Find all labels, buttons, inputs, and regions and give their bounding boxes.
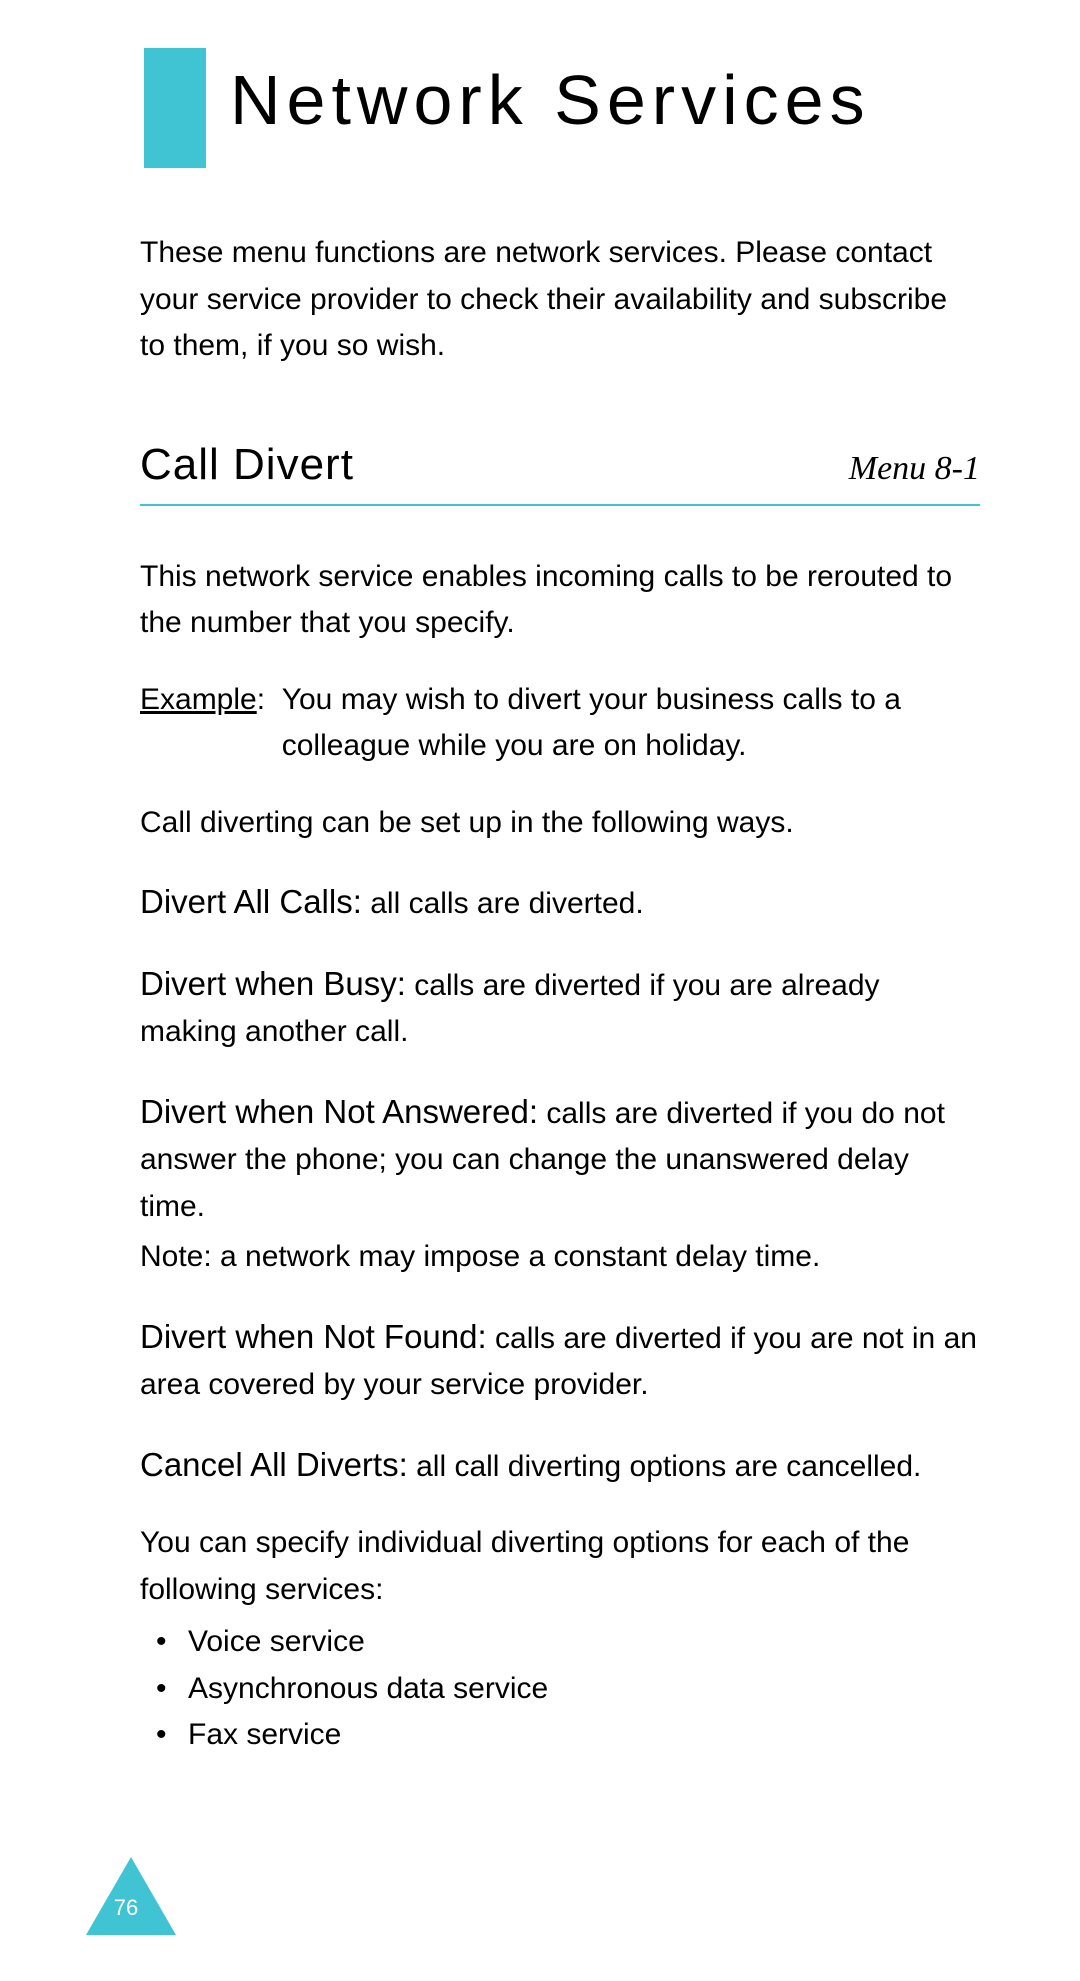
list-item: Asynchronous data service <box>156 1666 980 1713</box>
option-divert-not-answered: Divert when Not Answered: calls are dive… <box>140 1086 980 1281</box>
example-block: Example: You may wish to divert your bus… <box>140 677 980 770</box>
manual-page: Network Services These menu functions ar… <box>0 0 1080 1981</box>
option-divert-all: Divert All Calls: all calls are diverted… <box>140 876 980 928</box>
services-list: Voice service Asynchronous data service … <box>156 1619 980 1759</box>
section-title: Call Divert <box>140 440 354 490</box>
option-note: Note: a network may impose a constant de… <box>140 1234 980 1281</box>
option-title: Divert when Busy: <box>140 965 406 1002</box>
option-title: Cancel All Diverts: <box>140 1446 408 1483</box>
option-title: Divert when Not Answered: <box>140 1093 538 1130</box>
option-divert-not-found: Divert when Not Found: calls are diverte… <box>140 1311 980 1409</box>
option-divert-busy: Divert when Busy: calls are diverted if … <box>140 958 980 1056</box>
section-description: This network service enables incoming ca… <box>140 554 980 647</box>
example-text: You may wish to divert your business cal… <box>282 677 980 770</box>
page-title: Network Services <box>230 60 980 140</box>
page-number: 76 <box>86 1895 166 1921</box>
example-label: Example <box>140 677 257 724</box>
setup-intro: Call diverting can be set up in the foll… <box>140 800 980 847</box>
option-title: Divert when Not Found: <box>140 1318 487 1355</box>
page-footer: 76 <box>86 1857 166 1929</box>
option-cancel-all: Cancel All Diverts: all call diverting o… <box>140 1439 980 1491</box>
option-desc: all call diverting options are cancelled… <box>408 1450 922 1483</box>
section-header: Call Divert Menu 8-1 <box>140 440 980 506</box>
intro-paragraph: These menu functions are network service… <box>140 230 980 370</box>
example-colon: : <box>257 677 282 724</box>
services-intro: You can specify individual diverting opt… <box>140 1520 980 1613</box>
option-desc: all calls are diverted. <box>362 887 644 920</box>
accent-bar <box>144 48 206 168</box>
menu-reference: Menu 8-1 <box>849 450 980 488</box>
option-title: Divert All Calls: <box>140 883 362 920</box>
list-item: Voice service <box>156 1619 980 1666</box>
list-item: Fax service <box>156 1712 980 1759</box>
